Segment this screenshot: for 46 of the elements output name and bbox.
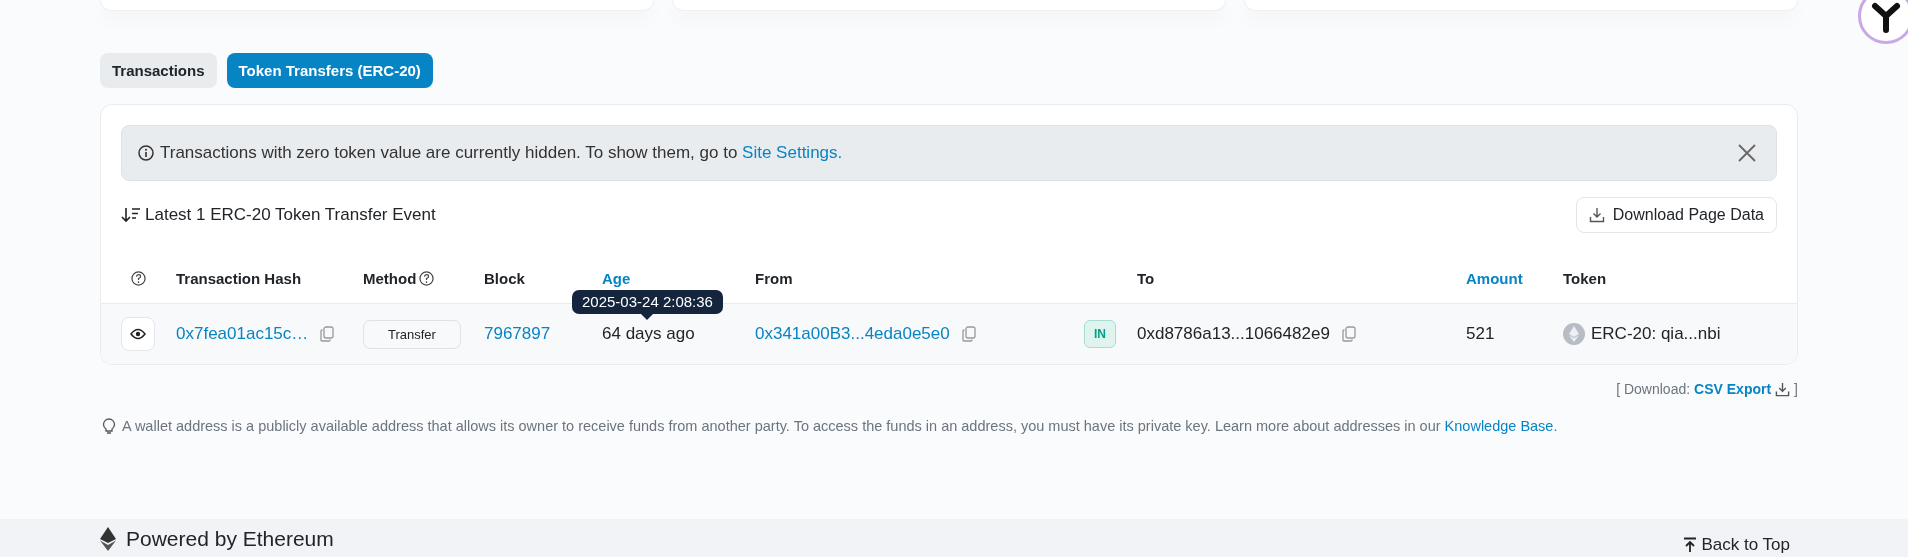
close-icon[interactable] — [1738, 144, 1756, 162]
timestamp-tooltip: 2025-03-24 2:08:36 — [572, 290, 723, 314]
tab[interactable]: Token Transfers (ERC-20) — [226, 53, 433, 88]
download-icon — [1775, 381, 1791, 397]
tab[interactable]: Transactions — [100, 53, 217, 88]
column-header: Block — [484, 269, 525, 287]
direction-badge: IN — [1084, 320, 1116, 348]
help-icon[interactable] — [131, 270, 146, 286]
token-name: ERC-20: qia...nbi — [1591, 324, 1721, 344]
amount-text: 521 — [1466, 324, 1495, 344]
arrow-up-icon — [1683, 537, 1698, 553]
from-address-link[interactable]: 0x341a00B3...4eda0e5e0 — [755, 324, 950, 344]
transaction-hash-link[interactable]: 0x7fea01ac15c… — [176, 324, 309, 344]
column-header[interactable]: Age — [602, 269, 631, 287]
column-header: To — [1137, 269, 1155, 287]
logo-icon[interactable] — [1858, 0, 1908, 44]
bracket-text: ] — [1794, 381, 1798, 397]
back-to-top-link[interactable]: Back to Top — [1683, 535, 1790, 555]
eye-icon — [130, 328, 146, 340]
csv-export-link[interactable]: CSV Export — [1694, 381, 1772, 397]
notice-text: Transactions with zero token value are currently hidden. To show them, go to Site Settings. — [160, 143, 844, 163]
help-icon[interactable] — [419, 270, 435, 286]
knowledge-base-link[interactable]: Knowledge Base — [1444, 418, 1554, 434]
powered-by-text: Powered by Ethereum — [126, 527, 334, 551]
column-header: From — [755, 269, 793, 287]
lightbulb-icon — [100, 417, 118, 435]
site-settings-link[interactable]: Site Settings. — [742, 143, 843, 162]
tooltip-pointer — [641, 314, 654, 320]
table-heading: Latest 1 ERC-20 Token Transfer Event — [145, 205, 436, 225]
note-text: A wallet address is a publicly available address that allows its owner to receive funds from another party. To access the funds in an address, you must have its private key. Learn more about addresses in our Knowledge Base. — [122, 418, 1558, 434]
block-link[interactable]: 7967897 — [484, 324, 551, 344]
download-label: [ Download: — [1616, 381, 1691, 397]
sort-icon — [121, 206, 141, 224]
column-header: Token — [1563, 269, 1607, 287]
method-tag: Transfer — [363, 319, 461, 349]
column-header: Transaction Hash — [176, 269, 302, 287]
download-icon — [1588, 207, 1605, 223]
column-header[interactable]: Amount — [1466, 269, 1523, 287]
age-text: 64 days ago — [602, 324, 695, 344]
info-icon — [138, 145, 154, 161]
column-header: Method — [363, 269, 417, 287]
token-icon — [1563, 323, 1585, 345]
to-address: 0xd8786a13...1066482e9 — [1137, 324, 1330, 344]
ethereum-icon — [100, 527, 116, 551]
download-button[interactable]: Download Page Data — [1575, 197, 1777, 233]
view-button[interactable] — [121, 317, 155, 351]
